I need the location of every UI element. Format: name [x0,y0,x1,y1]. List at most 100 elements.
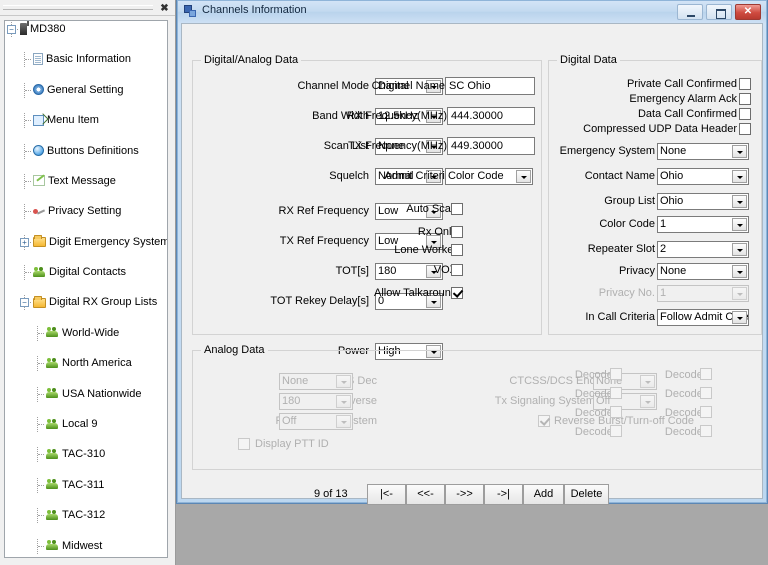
combo-value[interactable]: Off [282,415,296,427]
tree-node-label[interactable]: Digital RX Group Lists [49,296,157,308]
tree-node[interactable]: TAC-311 [5,477,167,493]
tree-connector[interactable] [25,180,31,182]
folder-icon[interactable] [33,235,46,248]
combo-ctcss-dcs-dec[interactable]: None [279,373,353,390]
form-row[interactable]: Admit Criteria Color Code [373,168,541,185]
field-label[interactable]: TX Frequency(MHz) [337,138,447,154]
form-row[interactable]: Decode 2 [548,386,638,402]
form-row[interactable]: Display PTT ID [238,436,418,452]
tree-node[interactable]: Digital Contacts [5,265,167,281]
checkbox-label[interactable]: Allow Talkaround [337,285,457,301]
checkbox-decode-3[interactable] [610,406,622,418]
field-label[interactable]: In Call Criteria [555,309,655,325]
tree-node[interactable]: General Setting [5,82,167,98]
input-tx-frequency[interactable]: 449.30000 [447,137,535,155]
tree-node[interactable]: TAC-310 [5,447,167,463]
chevron-down-icon[interactable] [336,415,351,428]
tree-node[interactable]: North America [5,356,167,372]
form-row[interactable]: Decode 7 [638,405,728,421]
form-row[interactable]: In Call CriteriaFollow Admit Criteria [549,309,761,326]
document-icon[interactable] [33,52,43,65]
tree-node[interactable]: Menu Item [5,113,167,129]
checkbox-auto-scan[interactable] [451,203,463,215]
field-label[interactable]: Privacy [555,263,655,279]
group-icon[interactable] [46,478,59,490]
tree-node-label[interactable]: World-Wide [62,327,119,339]
chevron-down-icon[interactable] [336,375,351,388]
checkbox-label[interactable]: Rx Only [337,224,457,240]
tree-node-label[interactable]: TAC-310 [62,448,105,460]
checkbox-label[interactable]: Compressed UDP Data Header [557,121,737,137]
form-row[interactable]: Decode 6 [638,386,728,402]
form-row[interactable]: Channel Name SC Ohio [372,77,541,95]
combo-value[interactable]: None [660,145,686,157]
chevron-down-icon[interactable] [336,395,351,408]
field-label[interactable]: Privacy No. [555,285,655,301]
nav-add-button[interactable]: Add [523,484,564,505]
menu-item-icon[interactable] [33,114,44,126]
combo-group-list[interactable]: Ohio [657,193,749,210]
checkbox-decode-7[interactable] [700,406,712,418]
tree-node-label[interactable]: North America [62,357,132,369]
form-row[interactable]: Decode 8 [638,424,728,440]
combo-admit-criteria[interactable]: Color Code [445,168,533,185]
checkbox-decode-5[interactable] [700,368,712,380]
tree-node[interactable]: World-Wide [5,325,167,341]
form-row[interactable]: Color Code 1 [549,216,761,233]
chevron-down-icon[interactable] [732,195,747,208]
tree-node-label[interactable]: Buttons Definitions [47,145,139,157]
form-row[interactable]: Emergency System None [549,143,761,160]
checkbox-label[interactable]: Data Call Confirmed [557,106,737,122]
combo-color-code[interactable]: 1 [657,216,749,233]
field-label[interactable]: Admit Criteria [341,168,451,184]
checkbox-decode-6[interactable] [700,387,712,399]
form-row[interactable]: Lone Worker [373,242,541,258]
checkbox-decode-4[interactable] [610,425,622,437]
project-tree[interactable]: − MD380 Basic Information General Setting Me… [4,20,168,558]
form-row[interactable]: Compressed UDP Data Header [549,121,761,137]
combo-rx-signaling-system[interactable]: Off [279,413,353,430]
checkbox-vox[interactable] [451,264,463,276]
input-channel-name[interactable]: SC Ohio [445,77,535,95]
field-label[interactable]: Emergency System [555,143,655,159]
combo-privacy[interactable]: None [657,263,749,280]
checkbox-label[interactable]: VOX [337,262,457,278]
maximize-button[interactable] [706,4,732,20]
tree-node-label[interactable]: Basic Information [46,53,131,65]
checkbox-data-call-confirmed[interactable] [739,108,751,120]
tree-node-label[interactable]: USA Nationwide [62,388,142,400]
form-row[interactable]: Contact Name Ohio [549,168,761,185]
combo-value[interactable]: 180 [282,395,300,407]
circle-icon[interactable] [33,145,44,157]
checkbox-private-call-confirmed[interactable] [739,78,751,90]
form-row[interactable]: Private Call Confirmed [549,76,761,92]
tree-node[interactable]: Privacy Setting [5,204,167,220]
tree-node[interactable]: USA Nationwide [5,386,167,402]
checkbox-rx-only[interactable] [451,226,463,238]
tree-connector[interactable] [38,393,44,395]
form-row[interactable]: Allow Talkaround [373,285,541,301]
form-row[interactable]: Group List Ohio [549,193,761,210]
combo-value[interactable]: 2 [660,243,666,255]
collapse-icon[interactable]: − [7,25,16,34]
checkbox-label[interactable]: Emergency Alarm Ack [557,91,737,107]
tree-node-label[interactable]: Privacy Setting [48,205,121,217]
tree-connector[interactable] [25,59,31,61]
checkbox-emergency-alarm-ack[interactable] [739,93,751,105]
tree-node-label[interactable]: Menu Item [47,114,99,126]
tree-node[interactable]: Local 9 [5,417,167,433]
chevron-down-icon[interactable] [516,170,531,183]
form-row[interactable]: Decode 3 [548,405,638,421]
field-label[interactable]: Repeater Slot [555,241,655,257]
combo-emergency-system[interactable]: None [657,143,749,160]
tree-node-label[interactable]: General Setting [47,84,123,96]
form-row[interactable]: Decode 5 [638,367,728,383]
combo-value[interactable]: 1 [660,218,666,230]
checkbox-allow-talkaround[interactable] [451,287,463,299]
tree-connector[interactable] [25,211,31,213]
minimize-button[interactable] [677,4,703,20]
form-row[interactable]: Rx Only [373,224,541,240]
tree-node[interactable]: + Digit Emergency System [5,234,167,250]
checkbox-label[interactable]: Lone Worker [337,242,457,258]
form-row[interactable]: VOX [373,262,541,278]
